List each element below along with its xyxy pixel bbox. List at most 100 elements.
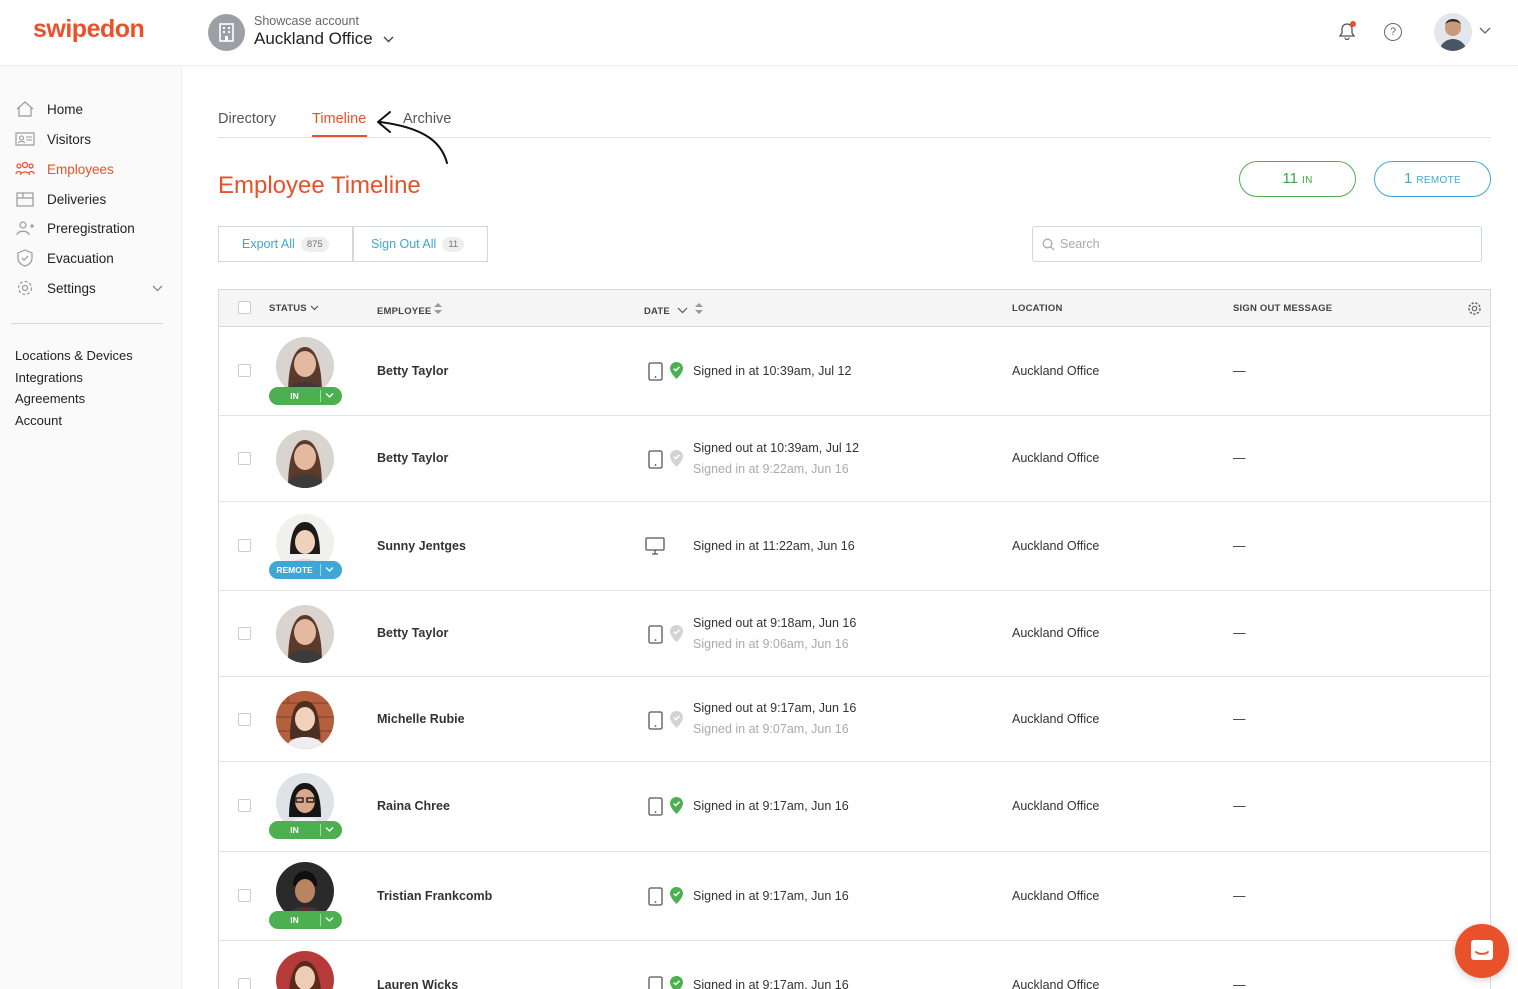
chevron-down-icon[interactable] <box>152 285 163 292</box>
timeline-entry: Signed in at 9:17am, Jun 16 <box>693 978 849 989</box>
sort-icon <box>694 303 703 314</box>
employee-name[interactable]: Lauren Wicks <box>377 978 458 989</box>
col-date-label: DATE <box>644 306 670 317</box>
sign-out-message-cell: — <box>1233 799 1246 813</box>
help-icon[interactable]: ? <box>1384 23 1402 41</box>
col-status[interactable]: STATUS <box>269 303 319 314</box>
status-label: REMOTE <box>276 565 313 575</box>
table-row[interactable]: Michelle Rubie Signed out at 9:17am, Jun… <box>219 677 1490 762</box>
row-checkbox[interactable] <box>238 539 251 552</box>
status-label: IN <box>290 391 299 401</box>
in-counter-button[interactable]: 11 IN <box>1239 161 1356 197</box>
sign-out-message-cell: — <box>1233 539 1246 553</box>
id-card-icon <box>15 132 35 146</box>
avatar <box>276 691 334 749</box>
status-badge-in[interactable]: IN <box>269 821 342 839</box>
table-row[interactable]: Betty Taylor Signed out at 10:39am, Jul … <box>219 416 1490 502</box>
select-all-checkbox[interactable] <box>238 301 251 314</box>
employee-name[interactable]: Raina Chree <box>377 799 450 813</box>
avatar <box>276 605 334 663</box>
row-checkbox[interactable] <box>238 364 251 377</box>
employee-name[interactable]: Betty Taylor <box>377 364 448 378</box>
employee-name[interactable]: Betty Taylor <box>377 451 448 465</box>
sign-out-message-cell: — <box>1233 978 1246 989</box>
col-sign-out-message: SIGN OUT MESSAGE <box>1233 303 1333 314</box>
chevron-down-icon[interactable] <box>383 36 394 43</box>
chevron-down-icon[interactable] <box>325 392 334 399</box>
link-integrations[interactable]: Integrations <box>15 370 83 385</box>
tab-timeline[interactable]: Timeline <box>312 111 366 127</box>
export-all-button[interactable]: Export All 875 <box>218 226 353 262</box>
timeline-entry: Signed in at 11:22am, Jun 16 <box>693 539 855 553</box>
status-badge-remote[interactable]: REMOTE <box>269 561 342 579</box>
table-row[interactable]: IN Raina Chree Signed in at 9:17am, Jun … <box>219 762 1490 852</box>
sidebar-item-evacuation[interactable]: Evacuation <box>0 246 182 272</box>
table-row[interactable]: IN Tristian Frankcomb Signed in at 9:17a… <box>219 852 1490 941</box>
sign-out-all-label: Sign Out All <box>371 237 437 251</box>
sidebar-item-visitors[interactable]: Visitors <box>0 127 182 153</box>
location-cell: Auckland Office <box>1012 451 1100 465</box>
chevron-down-icon[interactable] <box>325 566 334 573</box>
tab-directory[interactable]: Directory <box>218 111 276 127</box>
timeline-entry: Signed out at 10:39am, Jul 12 <box>693 441 860 455</box>
top-header: swipedon Showcase account Auckland Offic… <box>0 0 1518 66</box>
table-row[interactable]: IN Betty Taylor Signed in at 10:39am, Ju… <box>219 327 1490 416</box>
status-label: IN <box>290 825 299 835</box>
row-checkbox[interactable] <box>238 713 251 726</box>
link-account[interactable]: Account <box>15 413 62 428</box>
sign-out-message-cell: — <box>1233 889 1246 903</box>
sign-out-all-button[interactable]: Sign Out All 11 <box>353 226 488 262</box>
chevron-down-icon[interactable] <box>325 916 334 923</box>
row-checkbox[interactable] <box>238 799 251 812</box>
row-checkbox[interactable] <box>238 452 251 465</box>
search-box[interactable] <box>1032 226 1482 262</box>
sidebar-item-label: Home <box>47 102 84 117</box>
col-employee[interactable]: EMPLOYEE <box>377 303 443 317</box>
remote-counter-button[interactable]: 1 REMOTE <box>1374 161 1491 197</box>
sidebar-item-deliveries[interactable]: Deliveries <box>0 187 182 213</box>
sidebar-item-label: Deliveries <box>47 192 107 207</box>
table-row[interactable]: Lauren Wicks Signed in at 9:17am, Jun 16… <box>219 941 1490 989</box>
sort-icon <box>434 303 443 314</box>
chevron-down-icon[interactable] <box>1479 27 1491 35</box>
remote-count: 1 <box>1404 170 1413 187</box>
export-all-label: Export All <box>242 237 295 251</box>
account-selector[interactable]: Auckland Office <box>254 29 373 49</box>
row-checkbox[interactable] <box>238 889 251 902</box>
location-pin-check-icon <box>670 797 683 814</box>
row-checkbox[interactable] <box>238 978 251 989</box>
employee-name[interactable]: Betty Taylor <box>377 626 448 640</box>
link-locations-devices[interactable]: Locations & Devices <box>15 348 133 363</box>
col-date[interactable]: DATE <box>644 303 703 317</box>
sidebar-item-home[interactable]: Home <box>0 97 182 123</box>
row-checkbox[interactable] <box>238 627 251 640</box>
export-count-badge: 875 <box>300 237 329 253</box>
sidebar-item-preregistration[interactable]: Preregistration <box>0 216 182 242</box>
location-cell: Auckland Office <box>1012 712 1100 726</box>
chat-icon <box>1471 940 1493 960</box>
sidebar-item-settings[interactable]: Settings <box>0 276 182 302</box>
swipedon-logo[interactable]: swipedon <box>33 15 145 44</box>
status-badge-in[interactable]: IN <box>269 387 342 405</box>
table-row[interactable]: Betty Taylor Signed out at 9:18am, Jun 1… <box>219 591 1490 677</box>
location-cell: Auckland Office <box>1012 626 1100 640</box>
sidebar-item-employees[interactable]: Employees <box>0 157 182 183</box>
chevron-down-icon[interactable] <box>325 826 334 833</box>
badge-separator <box>320 824 321 836</box>
search-input[interactable] <box>1060 234 1460 254</box>
employee-name[interactable]: Michelle Rubie <box>377 712 465 726</box>
tablet-icon <box>648 450 663 469</box>
location-pin-check-icon <box>670 976 683 989</box>
sign-out-count-badge: 11 <box>442 237 465 253</box>
table-row[interactable]: REMOTE Sunny Jentges Signed in at 11:22a… <box>219 502 1490 591</box>
status-badge-in[interactable]: IN <box>269 911 342 929</box>
sign-out-message-cell: — <box>1233 451 1246 465</box>
link-agreements[interactable]: Agreements <box>15 391 85 406</box>
chat-launcher-button[interactable] <box>1455 924 1509 978</box>
employee-name[interactable]: Sunny Jentges <box>377 539 466 553</box>
user-avatar[interactable] <box>1434 13 1472 51</box>
building-icon[interactable] <box>208 14 245 51</box>
badge-separator <box>320 390 321 402</box>
gear-icon[interactable] <box>1467 301 1482 316</box>
employee-name[interactable]: Tristian Frankcomb <box>377 889 492 903</box>
